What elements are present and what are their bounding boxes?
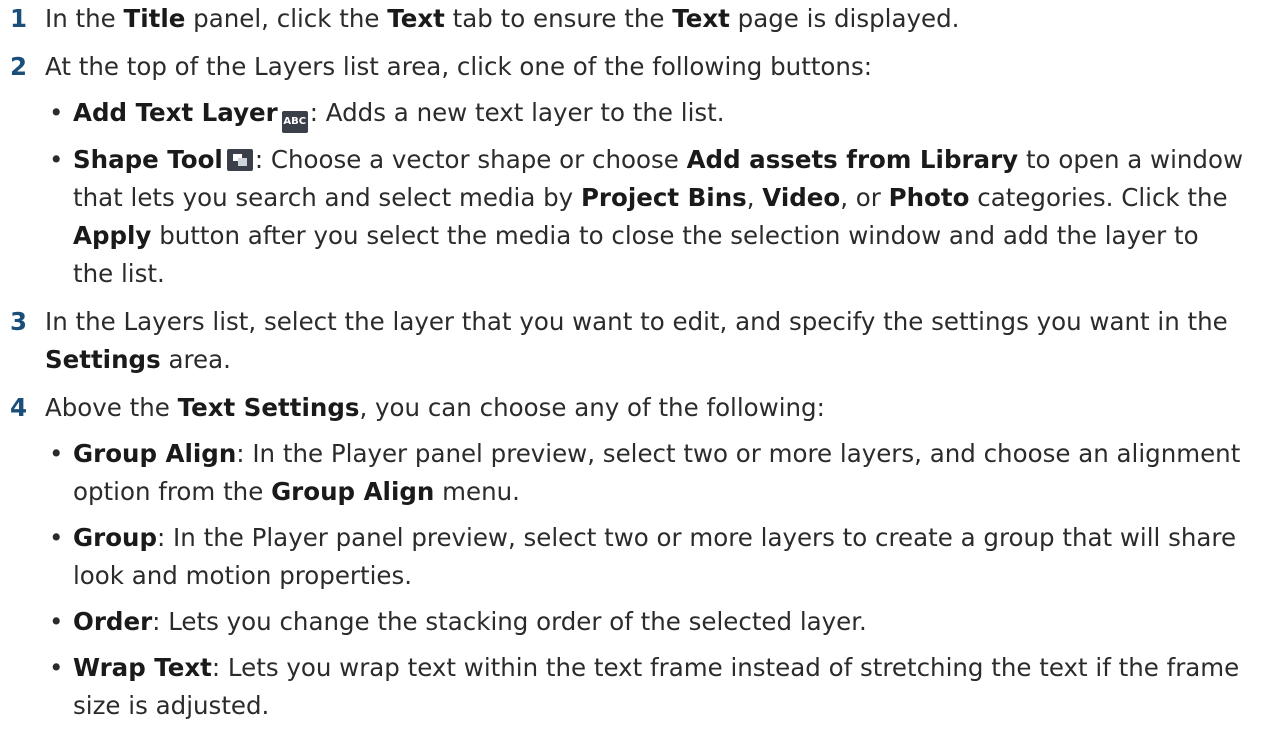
step-number: 1 xyxy=(10,4,28,33)
text-run: : Choose a vector shape or choose xyxy=(254,145,687,174)
step-4: 4 Above the Text Settings, you can choose… xyxy=(0,389,1264,725)
text-run: : Lets you wrap text within the text fra… xyxy=(73,653,1240,720)
bullet-item: • Add Text Layer ABC: Adds a new text laye… xyxy=(45,94,1244,133)
bullet-marker: • xyxy=(49,145,64,174)
bold-term: Add assets from Library xyxy=(686,145,1019,174)
text-run: area. xyxy=(160,345,231,374)
text-run: At the top of the Layers list area, clic… xyxy=(45,52,872,81)
step-text: At the top of the Layers list area, clic… xyxy=(45,48,1244,86)
step-text: In the Layers list, select the layer tha… xyxy=(45,303,1244,379)
step-text: In the Title panel, click the Text tab t… xyxy=(45,0,1244,38)
bold-term: Group Align xyxy=(73,439,237,468)
step-1: 1 In the Title panel, click the Text tab … xyxy=(0,0,1264,38)
bold-term: Photo xyxy=(888,183,970,212)
bullet-marker: • xyxy=(49,523,64,552)
bullet-list: • Add Text Layer ABC: Adds a new text laye… xyxy=(45,94,1244,293)
text-run: In the xyxy=(45,4,124,33)
bold-term: Project Bins xyxy=(580,183,747,212)
step-text: Above the Text Settings, you can choose … xyxy=(45,389,1244,427)
step-number: 3 xyxy=(10,307,28,336)
bullet-item: • Order: Lets you change the stacking ord… xyxy=(45,603,1244,641)
bold-term: Title xyxy=(123,4,186,33)
text-run: : Adds a new text layer to the list. xyxy=(309,98,725,127)
bold-term: Video xyxy=(762,183,841,212)
text-run: , or xyxy=(840,183,889,212)
step-2: 2 At the top of the Layers list area, cli… xyxy=(0,48,1264,293)
bold-term: Group Align xyxy=(271,477,435,506)
bold-term: Text xyxy=(387,4,445,33)
bold-term: Shape Tool xyxy=(73,145,223,174)
abc-text-layer-icon: ABC xyxy=(281,111,308,133)
text-run: : Lets you change the stacking order of … xyxy=(152,607,867,636)
instruction-list: 1 In the Title panel, click the Text tab … xyxy=(0,0,1264,725)
bullet-marker: • xyxy=(49,98,64,127)
text-run: categories. Click the xyxy=(969,183,1228,212)
bullet-marker: • xyxy=(49,607,64,636)
shape-tool-icon xyxy=(226,149,253,171)
bold-term: Order xyxy=(73,607,153,636)
bullet-item: • Group Align: In the Player panel previe… xyxy=(45,435,1244,511)
bullet-item: • Group: In the Player panel preview, sel… xyxy=(45,519,1244,595)
bullet-marker: • xyxy=(49,653,64,682)
text-run: , you can choose any of the following: xyxy=(359,393,825,422)
text-run: page is displayed. xyxy=(729,4,960,33)
text-run: panel, click the xyxy=(185,4,388,33)
bold-term: Settings xyxy=(45,345,161,374)
bold-term: Text xyxy=(672,4,730,33)
bold-term: Add Text Layer xyxy=(73,98,278,127)
step-number: 4 xyxy=(10,393,28,422)
bullet-list: • Group Align: In the Player panel previe… xyxy=(45,435,1244,725)
text-run: : In the Player panel preview, select tw… xyxy=(73,523,1237,590)
bold-term: Text Settings xyxy=(177,393,360,422)
bullet-marker: • xyxy=(49,439,64,468)
text-run: Above the xyxy=(45,393,178,422)
text-run: menu. xyxy=(434,477,520,506)
bullet-item: • Shape Tool : Choose a vector shape or ch… xyxy=(45,141,1244,293)
step-3: 3 In the Layers list, select the layer th… xyxy=(0,303,1264,379)
step-number: 2 xyxy=(10,52,28,81)
text-run: , xyxy=(746,183,763,212)
text-run: button after you select the media to clo… xyxy=(73,221,1199,288)
text-run: In the Layers list, select the layer tha… xyxy=(45,307,1228,336)
text-run: tab to ensure the xyxy=(444,4,673,33)
bold-term: Group xyxy=(73,523,158,552)
bold-term: Wrap Text xyxy=(73,653,212,682)
text-run: : In the Player panel preview, select tw… xyxy=(73,439,1241,506)
bold-term: Apply xyxy=(73,221,152,250)
bullet-item: • Wrap Text: Lets you wrap text within th… xyxy=(45,649,1244,725)
